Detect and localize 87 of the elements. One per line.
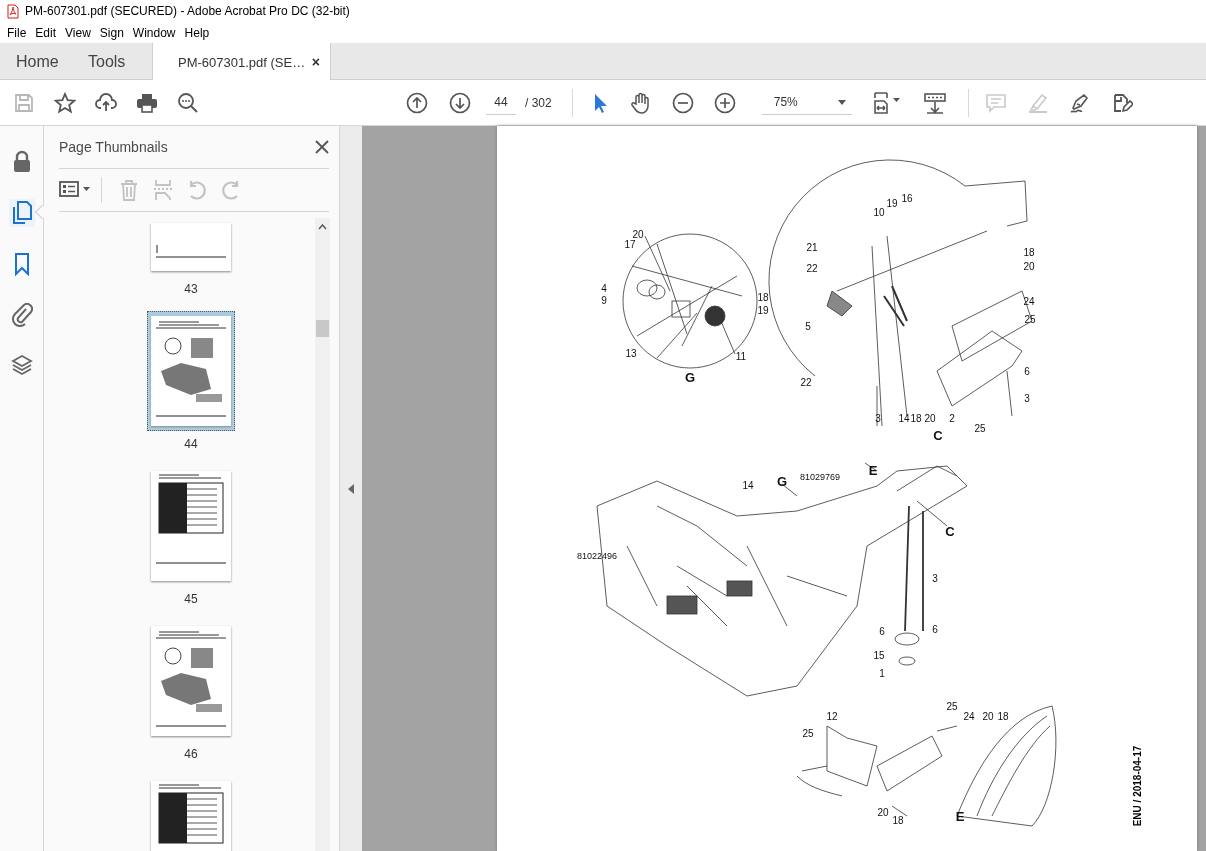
- document-tab[interactable]: PM-607301.pdf (SE… ×: [152, 43, 331, 81]
- sign-icon[interactable]: [1068, 91, 1091, 114]
- callout-number: 11: [735, 350, 747, 362]
- callout-number: 25: [1024, 313, 1036, 325]
- callout-number: 22: [806, 262, 818, 274]
- page-number-label: 46: [184, 747, 198, 761]
- part-number: 81022496: [577, 551, 617, 561]
- view-label: G: [776, 473, 788, 489]
- callout-number: 1: [879, 667, 885, 679]
- callout-number: 18: [910, 412, 922, 424]
- callout-number: 15: [873, 649, 885, 661]
- caret-icon: [837, 99, 846, 105]
- callout-number: 6: [879, 625, 885, 637]
- callout-number: 20: [1023, 260, 1035, 272]
- zoom-in-icon[interactable]: [713, 91, 736, 114]
- callout-number: 6: [932, 623, 938, 635]
- callout-number: 18: [892, 814, 904, 826]
- page-thumbnail[interactable]: [147, 311, 235, 431]
- callout-number: 4: [601, 282, 607, 294]
- callout-number: 20: [924, 412, 936, 424]
- caret-up-icon[interactable]: [318, 224, 327, 230]
- view-label: E: [868, 462, 878, 478]
- callout-number: 24: [1023, 295, 1035, 307]
- callout-number: 19: [886, 197, 898, 209]
- callout-number: 2: [949, 412, 955, 424]
- scrollbar-thumb[interactable]: [316, 320, 329, 337]
- hand-icon[interactable]: [629, 91, 652, 114]
- callout-number: 19: [757, 304, 769, 316]
- callout-number: 14: [898, 412, 910, 424]
- arrow-up-icon[interactable]: [406, 91, 428, 114]
- callout-number: 25: [974, 422, 986, 434]
- nav-tab[interactable]: Home: [0, 43, 84, 80]
- callout-number: 21: [806, 241, 818, 253]
- callout-number: 20: [982, 710, 994, 722]
- menu-item[interactable]: Edit: [31, 25, 61, 40]
- nav-tab[interactable]: Tools: [84, 43, 152, 80]
- callout-number: 13: [625, 347, 637, 359]
- zoom-dropdown[interactable]: 75%: [761, 90, 852, 115]
- callout-number: 6: [1024, 365, 1030, 377]
- callout-number: 16: [901, 192, 913, 204]
- zoom-out-icon[interactable]: [671, 91, 694, 114]
- callout-number: 12: [826, 710, 838, 722]
- callout-number: 22: [800, 376, 812, 388]
- callout-number: 25: [946, 700, 958, 712]
- scroll-mode-icon[interactable]: [923, 91, 946, 114]
- tab-title: PM-607301.pdf (SE…: [178, 54, 306, 70]
- callout-number: 9: [601, 294, 607, 306]
- callout-number: 3: [1024, 392, 1030, 404]
- window-title: PM-607301.pdf (SECURED) - Adobe Acrobat Pro DC (32-bit): [25, 4, 350, 18]
- callout-number: 5: [805, 320, 811, 332]
- arrow-down-icon[interactable]: [449, 91, 471, 114]
- view-label: C: [945, 523, 955, 539]
- callout-number: 17: [624, 238, 636, 250]
- callout-number: 20: [877, 806, 889, 818]
- callout-number: 14: [742, 479, 754, 491]
- view-label: E: [955, 808, 965, 824]
- pdf-file-icon: [7, 3, 19, 19]
- date-label: ENU / 2018-04-17: [1131, 745, 1143, 827]
- menu-item[interactable]: View: [61, 25, 95, 40]
- collapse-arrow-icon[interactable]: [348, 483, 354, 494]
- close-icon[interactable]: [315, 140, 329, 154]
- callout-number: 18: [757, 291, 769, 303]
- callout-number: 25: [802, 727, 814, 739]
- callout-number: 18: [1023, 246, 1035, 258]
- close-tab-button[interactable]: ×: [311, 54, 320, 70]
- panel-title: Page Thumbnails: [59, 139, 168, 155]
- callout-number: 24: [963, 710, 975, 722]
- callout-number: 20: [632, 228, 644, 240]
- view-label: C: [933, 427, 943, 443]
- page-number-label: 45: [184, 592, 198, 606]
- menu-item[interactable]: Window: [128, 25, 180, 40]
- callout-number: 3: [932, 572, 938, 584]
- upload-icon[interactable]: [95, 91, 117, 114]
- view-label: G: [684, 369, 696, 385]
- page-number-label: 44: [184, 437, 198, 451]
- callout-number: 18: [997, 710, 1009, 722]
- print-icon[interactable]: [136, 91, 158, 114]
- part-number: 81029769: [800, 472, 840, 482]
- menu-item[interactable]: Help: [180, 25, 214, 40]
- callout-number: 10: [873, 206, 885, 218]
- find-icon[interactable]: [177, 91, 199, 114]
- menu-item[interactable]: Sign: [95, 25, 128, 40]
- page-count: / 302: [525, 95, 552, 110]
- star-icon[interactable]: [54, 91, 76, 114]
- callout-number: 3: [875, 412, 881, 424]
- menu-item[interactable]: File: [3, 25, 31, 40]
- page-number-label: 43: [184, 282, 198, 296]
